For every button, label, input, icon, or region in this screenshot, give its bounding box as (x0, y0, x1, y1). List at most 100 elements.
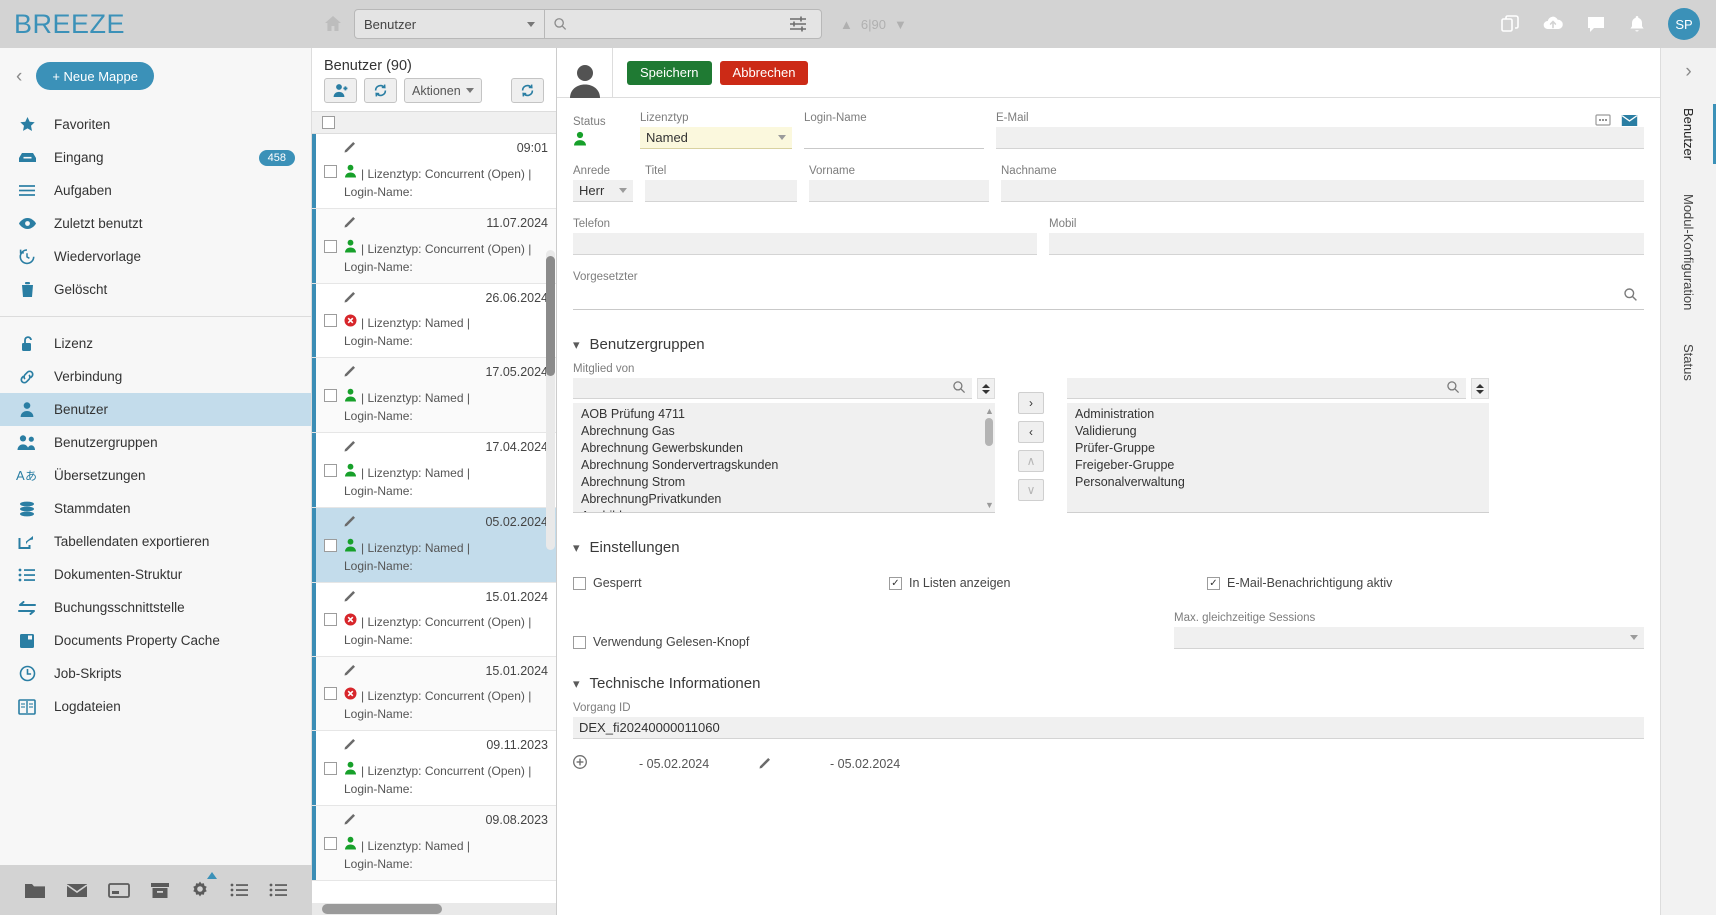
sidebar-item-stammdaten[interactable]: Stammdaten (0, 492, 311, 525)
available-group-item[interactable]: Abrechnung Gewerbskunden (573, 440, 995, 457)
row-checkbox[interactable] (323, 687, 337, 700)
assigned-group-item[interactable]: Freigeber-Gruppe (1067, 457, 1489, 474)
cloud-upload-icon[interactable] (1542, 14, 1564, 34)
available-group-item[interactable]: Abrechnung Strom (573, 474, 995, 491)
dots-icon[interactable] (1595, 113, 1611, 130)
sidebar-item-benutzer[interactable]: Benutzer (0, 393, 311, 426)
tab-benutzer[interactable]: Benutzer (1661, 96, 1716, 172)
sidebar-item-tabellendaten-exportieren[interactable]: Tabellendaten exportieren (0, 525, 311, 558)
available-group-item[interactable]: AbrechnungPrivatkunden (573, 491, 995, 508)
sidebar-item-lizenz[interactable]: Lizenz (0, 327, 311, 360)
list-item[interactable]: 17.05.2024 | Lizenztyp: Named | Login-Name… (312, 358, 556, 433)
move-down-button[interactable]: ∨ (1018, 479, 1044, 501)
row-checkbox[interactable] (323, 613, 337, 626)
gear-icon[interactable] (190, 872, 217, 900)
list-item[interactable]: 15.01.2024 | Lizenztyp: Concurrent (Open)… (312, 583, 556, 657)
list-scroll-area[interactable]: 09:01 | Lizenztyp: Concurrent (Open) | Log… (312, 134, 556, 915)
login-name-input[interactable] (804, 127, 984, 149)
list-icon[interactable] (230, 883, 249, 897)
sidebar-item-uebersetzungen[interactable]: Aあ Übersetzungen (0, 459, 311, 492)
list-detail-icon[interactable] (269, 883, 288, 897)
scroll-down-icon[interactable]: ▼ (985, 501, 994, 510)
copy-icon[interactable] (1500, 14, 1520, 34)
telefon-input[interactable] (573, 233, 1037, 255)
move-right-button[interactable]: › (1018, 392, 1044, 414)
sidebar-item-logdateien[interactable]: Logdateien (0, 690, 311, 723)
sidebar-item-zuletzt-benutzt[interactable]: Zuletzt benutzt (0, 207, 311, 240)
lizenztyp-select[interactable]: Named (640, 127, 792, 149)
envelope-icon[interactable] (66, 883, 88, 898)
tab-status[interactable]: Status (1661, 332, 1716, 393)
assigned-search-input[interactable] (1067, 378, 1466, 399)
save-button[interactable]: Speichern (627, 60, 712, 85)
pencil-icon[interactable] (344, 589, 357, 605)
technische-informationen-section-header[interactable]: ▾ Technische Informationen (573, 675, 1644, 692)
anrede-select[interactable]: Herr (573, 180, 633, 202)
row-checkbox[interactable] (323, 239, 337, 253)
sidebar-item-wiedervorlage[interactable]: Wiedervorlage (0, 240, 311, 273)
envelope-icon[interactable] (1621, 114, 1638, 130)
card-icon[interactable] (108, 882, 130, 898)
pencil-icon[interactable] (344, 290, 357, 306)
vorgesetzter-input[interactable] (573, 286, 1644, 310)
nachname-input[interactable] (1001, 180, 1644, 202)
select-all-checkbox[interactable] (322, 116, 335, 129)
search-icon[interactable] (1446, 380, 1460, 397)
cancel-button[interactable]: Abbrechen (719, 60, 809, 85)
sidebar-item-verbindung[interactable]: Verbindung (0, 360, 311, 393)
list-item[interactable]: 09:01 | Lizenztyp: Concurrent (Open) | Log… (312, 134, 556, 209)
available-group-item[interactable]: Ausbildung (573, 508, 995, 512)
sidebar-item-dokumenten-struktur[interactable]: Dokumenten-Struktur (0, 558, 311, 591)
row-checkbox[interactable] (323, 538, 337, 552)
pencil-icon[interactable] (344, 663, 357, 679)
pencil-icon[interactable] (344, 737, 357, 753)
available-group-item[interactable]: Abrechnung Gas (573, 423, 995, 440)
gelesen-knopf-checkbox[interactable]: Verwendung Gelesen-Knopf (573, 635, 889, 649)
pencil-icon[interactable] (344, 140, 357, 156)
email-input[interactable] (996, 127, 1644, 149)
plus-circle-icon[interactable] (573, 755, 587, 772)
available-listbox-scrollbar[interactable]: ▲ ▼ (985, 407, 994, 510)
tab-modul-konfiguration[interactable]: Modul-Konfiguration (1661, 182, 1716, 322)
list-item[interactable]: 05.02.2024 | Lizenztyp: Named | Login-Name… (312, 508, 556, 583)
list-vertical-scrollbar[interactable] (546, 250, 555, 550)
move-up-button[interactable]: ∧ (1018, 450, 1044, 472)
row-checkbox[interactable] (323, 836, 337, 850)
pencil-icon[interactable] (344, 215, 357, 231)
mobil-input[interactable] (1049, 233, 1644, 255)
scrollbar-thumb-horizontal[interactable] (322, 904, 442, 914)
row-checkbox[interactable] (323, 761, 337, 775)
vorname-input[interactable] (809, 180, 989, 202)
archive-icon[interactable] (150, 882, 170, 899)
add-user-button[interactable] (324, 78, 357, 103)
sessions-select[interactable] (1174, 627, 1644, 649)
titel-input[interactable] (645, 180, 797, 202)
refresh-button[interactable] (364, 78, 397, 103)
pencil-icon[interactable] (759, 756, 772, 772)
row-checkbox[interactable] (323, 388, 337, 402)
search-icon[interactable] (952, 380, 966, 397)
search-input[interactable] (573, 16, 767, 32)
new-folder-button[interactable]: + Neue Mappe (36, 62, 154, 90)
bell-icon[interactable] (1628, 14, 1646, 34)
assigned-group-item[interactable]: Prüfer-Gruppe (1067, 440, 1489, 457)
row-checkbox[interactable] (323, 164, 337, 178)
sidebar-collapse-icon[interactable]: ‹ (16, 67, 22, 86)
comment-icon[interactable] (1586, 14, 1606, 34)
row-checkbox[interactable] (323, 314, 337, 327)
scroll-up-icon[interactable]: ▲ (985, 407, 994, 416)
list-item[interactable]: 26.06.2024 | Lizenztyp: Named | Login-Name… (312, 284, 556, 358)
search-icon[interactable] (1623, 287, 1638, 305)
sort-updown-icon[interactable] (1471, 378, 1489, 399)
actions-dropdown-button[interactable]: Aktionen (404, 78, 482, 103)
pencil-icon[interactable] (344, 514, 357, 530)
sidebar-item-benutzergruppen[interactable]: Benutzergruppen (0, 426, 311, 459)
list-horizontal-scrollbar[interactable] (312, 903, 556, 915)
available-search-input[interactable] (573, 378, 972, 399)
sidebar-item-eingang[interactable]: Eingang 458 (0, 141, 311, 174)
pager-prev-icon[interactable]: ▲ (840, 17, 853, 32)
sidebar-item-aufgaben[interactable]: Aufgaben (0, 174, 311, 207)
sort-updown-icon[interactable] (977, 378, 995, 399)
sidebar-item-documents-property-cache[interactable]: Documents Property Cache (0, 624, 311, 657)
pencil-icon[interactable] (344, 812, 357, 828)
